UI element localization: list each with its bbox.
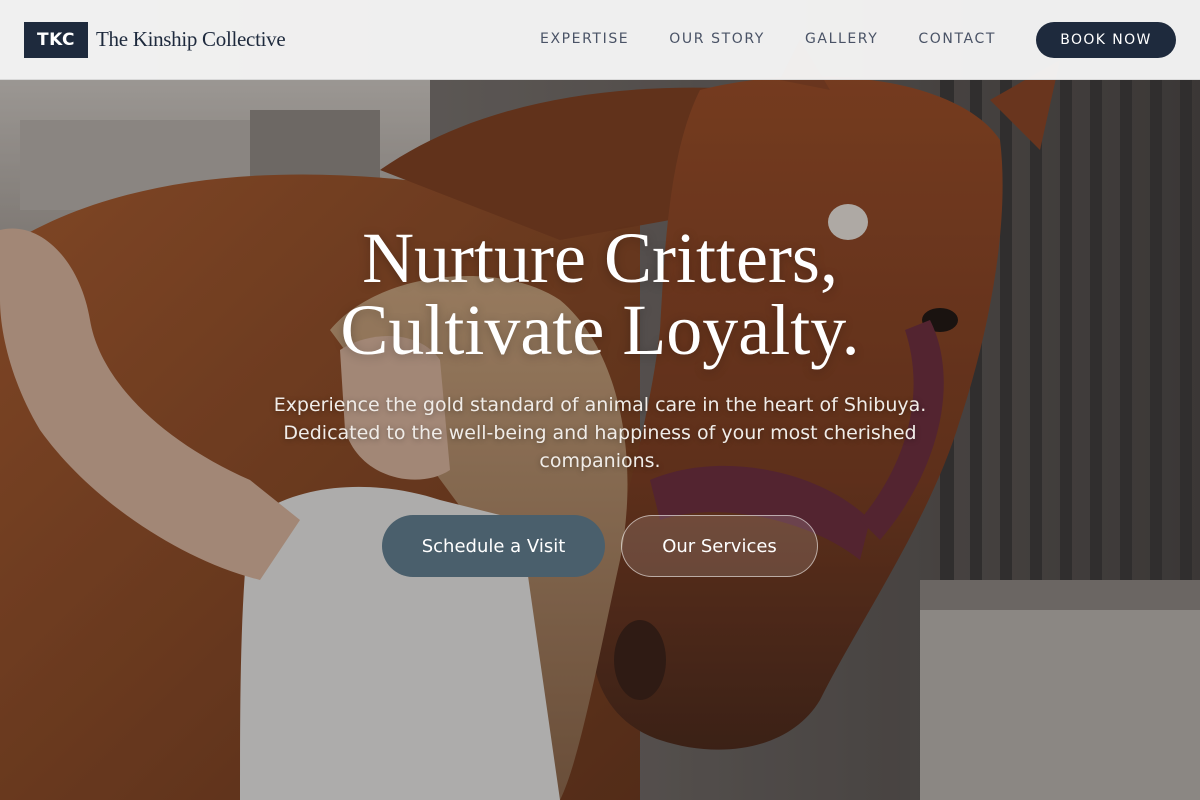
nav-item-contact[interactable]: CONTACT <box>918 31 996 47</box>
brand-name[interactable]: The Kinship Collective <box>96 27 286 52</box>
our-services-button[interactable]: Our Services <box>621 515 818 577</box>
nav-item-gallery[interactable]: GALLERY <box>805 31 878 47</box>
hero-subtitle: Experience the gold standard of animal c… <box>273 394 927 472</box>
nav-item-our-story[interactable]: OUR STORY <box>669 31 765 47</box>
book-now-button[interactable]: BOOK NOW <box>1036 22 1176 58</box>
site-header: TKC The Kinship Collective EXPERTISE OUR… <box>0 0 1200 80</box>
schedule-visit-button[interactable]: Schedule a Visit <box>382 515 605 577</box>
nav-item-expertise[interactable]: EXPERTISE <box>540 31 629 47</box>
logo-mark[interactable]: TKC <box>24 22 88 58</box>
main-nav: EXPERTISE OUR STORY GALLERY CONTACT <box>540 31 996 47</box>
hero-headline-line1: Nurture Critters, <box>362 218 838 298</box>
hero-headline: Nurture Critters, Cultivate Loyalty. <box>0 222 1200 366</box>
hero-headline-line2: Cultivate Loyalty. <box>340 290 860 370</box>
